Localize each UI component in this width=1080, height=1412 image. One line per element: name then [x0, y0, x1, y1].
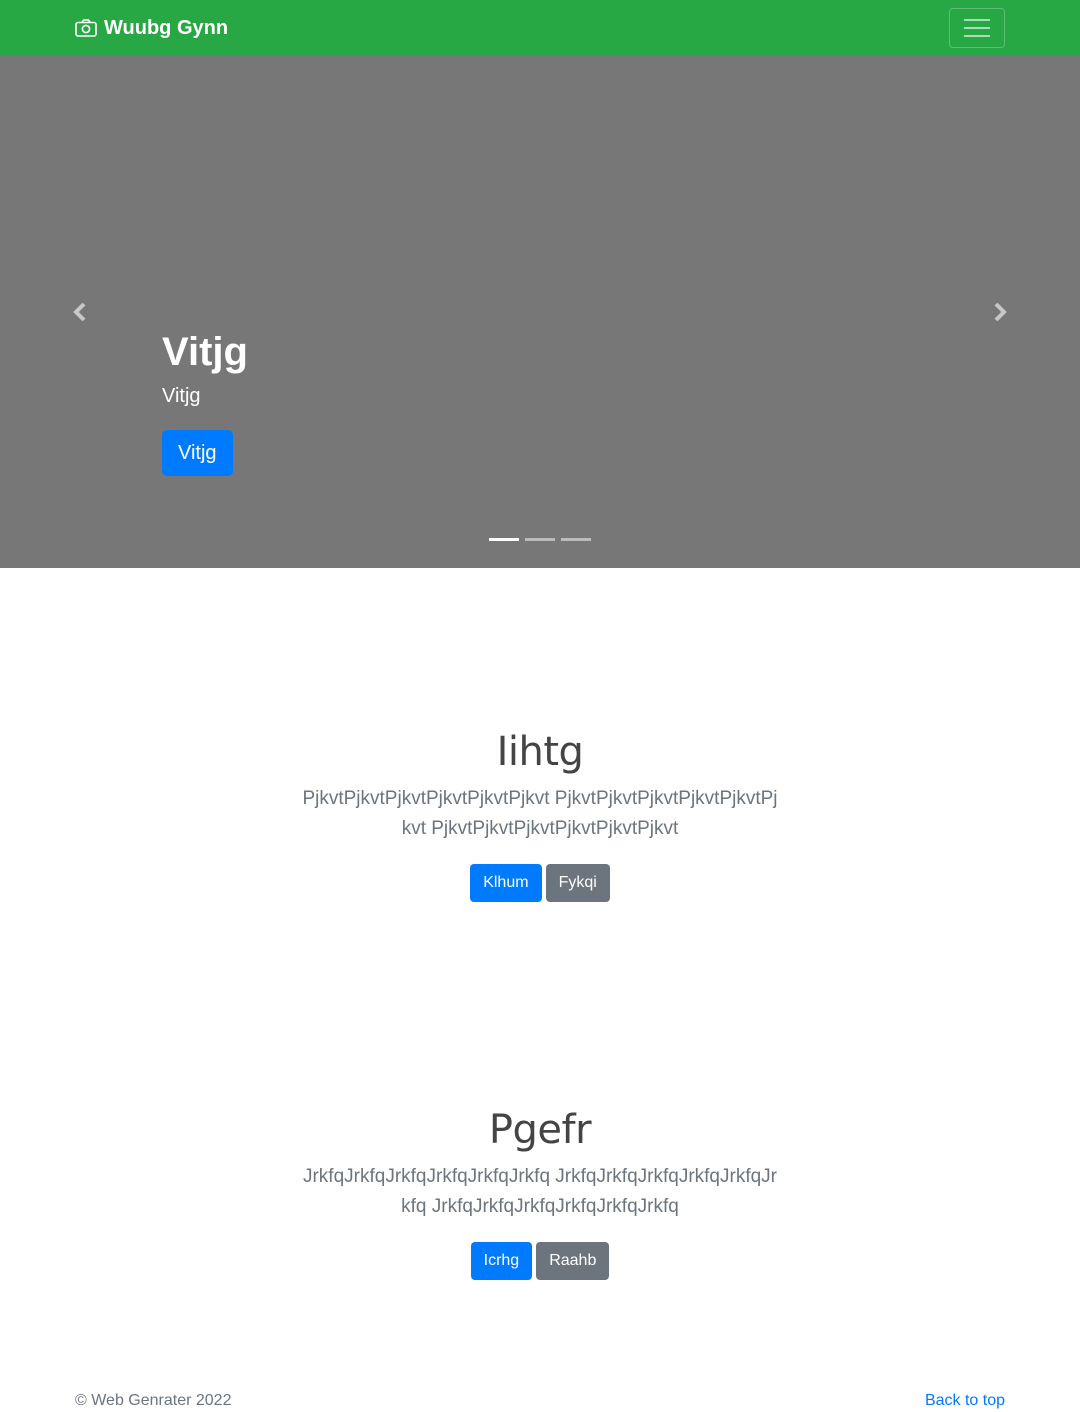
primary-button[interactable]: Klhum	[470, 864, 542, 902]
section-buttons: Klhum Fykqi	[0, 864, 1080, 902]
section-text: PjkvtPjkvtPjkvtPjkvtPjkvtPjkvt PjkvtPjkv…	[302, 788, 778, 839]
chevron-right-icon	[994, 302, 1007, 322]
feature-section: Pgefr JrkfqJrkfqJrkfqJrkfqJrkfqJrkfq Jrk…	[0, 1106, 1080, 1280]
navbar-toggler-button[interactable]	[949, 8, 1005, 48]
carousel-indicator[interactable]	[561, 538, 591, 541]
carousel-prev-button[interactable]	[0, 56, 160, 568]
footer: © Web Genrater 2022 Back to top	[75, 1388, 1005, 1412]
navbar: Wuubg Gynn	[0, 0, 1080, 56]
carousel-indicators	[0, 538, 1080, 541]
carousel-caption: Vitjg Vitjg Vitjg	[162, 328, 248, 476]
brand-link[interactable]: Wuubg Gynn	[75, 0, 228, 56]
chevron-left-icon	[73, 302, 86, 322]
slide-cta-button[interactable]: Vitjg	[162, 430, 233, 476]
section-buttons: Icrhg Raahb	[0, 1242, 1080, 1280]
brand-name: Wuubg Gynn	[104, 16, 229, 39]
slide-title: Vitjg	[162, 330, 248, 374]
hero-carousel: Vitjg Vitjg Vitjg	[0, 56, 1080, 568]
primary-button[interactable]: Icrhg	[470, 1242, 533, 1280]
copyright-text: © Web Genrater 2022	[75, 1392, 232, 1409]
camera-icon	[75, 19, 97, 37]
secondary-button[interactable]: Raahb	[536, 1242, 610, 1280]
section-heading: Pgefr	[488, 1107, 592, 1153]
carousel-next-button[interactable]	[920, 56, 1080, 568]
carousel-indicator[interactable]	[489, 538, 519, 541]
back-to-top-link[interactable]: Back to top	[925, 1392, 1005, 1410]
feature-section: Iihtg PjkvtPjkvtPjkvtPjkvtPjkvtPjkvt Pjk…	[0, 728, 1080, 902]
section-heading: Iihtg	[496, 729, 584, 775]
slide-subtitle: Vitjg	[162, 385, 201, 407]
hamburger-icon	[964, 19, 990, 37]
carousel-indicator[interactable]	[525, 538, 555, 541]
section-text: JrkfqJrkfqJrkfqJrkfqJrkfqJrkfq JrkfqJrkf…	[302, 1166, 777, 1217]
secondary-button[interactable]: Fykqi	[545, 864, 610, 902]
